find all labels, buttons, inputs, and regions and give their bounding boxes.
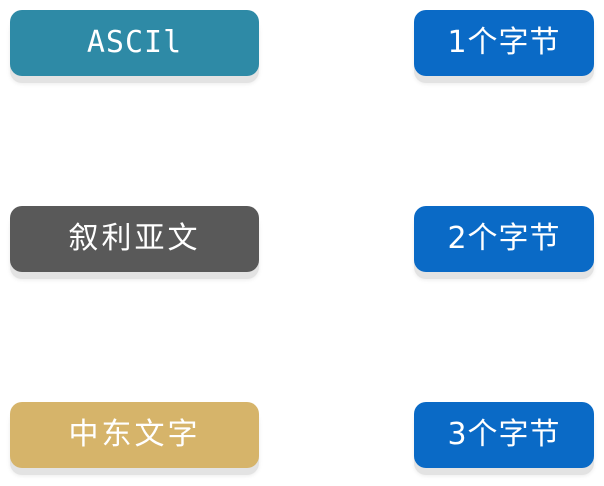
encoding-bytes-panel: ASCIl 1个字节 叙利亚文 2个字节 中东文字 3个字节: [0, 0, 604, 486]
byte-count-badge-3: 3个字节: [414, 402, 594, 468]
byte-count-badge-2: 2个字节: [414, 206, 594, 272]
encoding-label-middle-east: 中东文字: [10, 402, 259, 468]
encoding-label-text: ASCIl: [86, 25, 183, 60]
encoding-label-text: 叙利亚文: [68, 221, 201, 256]
encoding-label-text: 中东文字: [68, 417, 201, 452]
encoding-label-syriac: 叙利亚文: [10, 206, 259, 272]
byte-count-badge-1: 1个字节: [414, 10, 594, 76]
byte-count-text: 3个字节: [447, 417, 561, 452]
encoding-label-ascii: ASCIl: [10, 10, 259, 76]
byte-count-text: 2个字节: [447, 221, 561, 256]
byte-count-text: 1个字节: [447, 25, 561, 60]
